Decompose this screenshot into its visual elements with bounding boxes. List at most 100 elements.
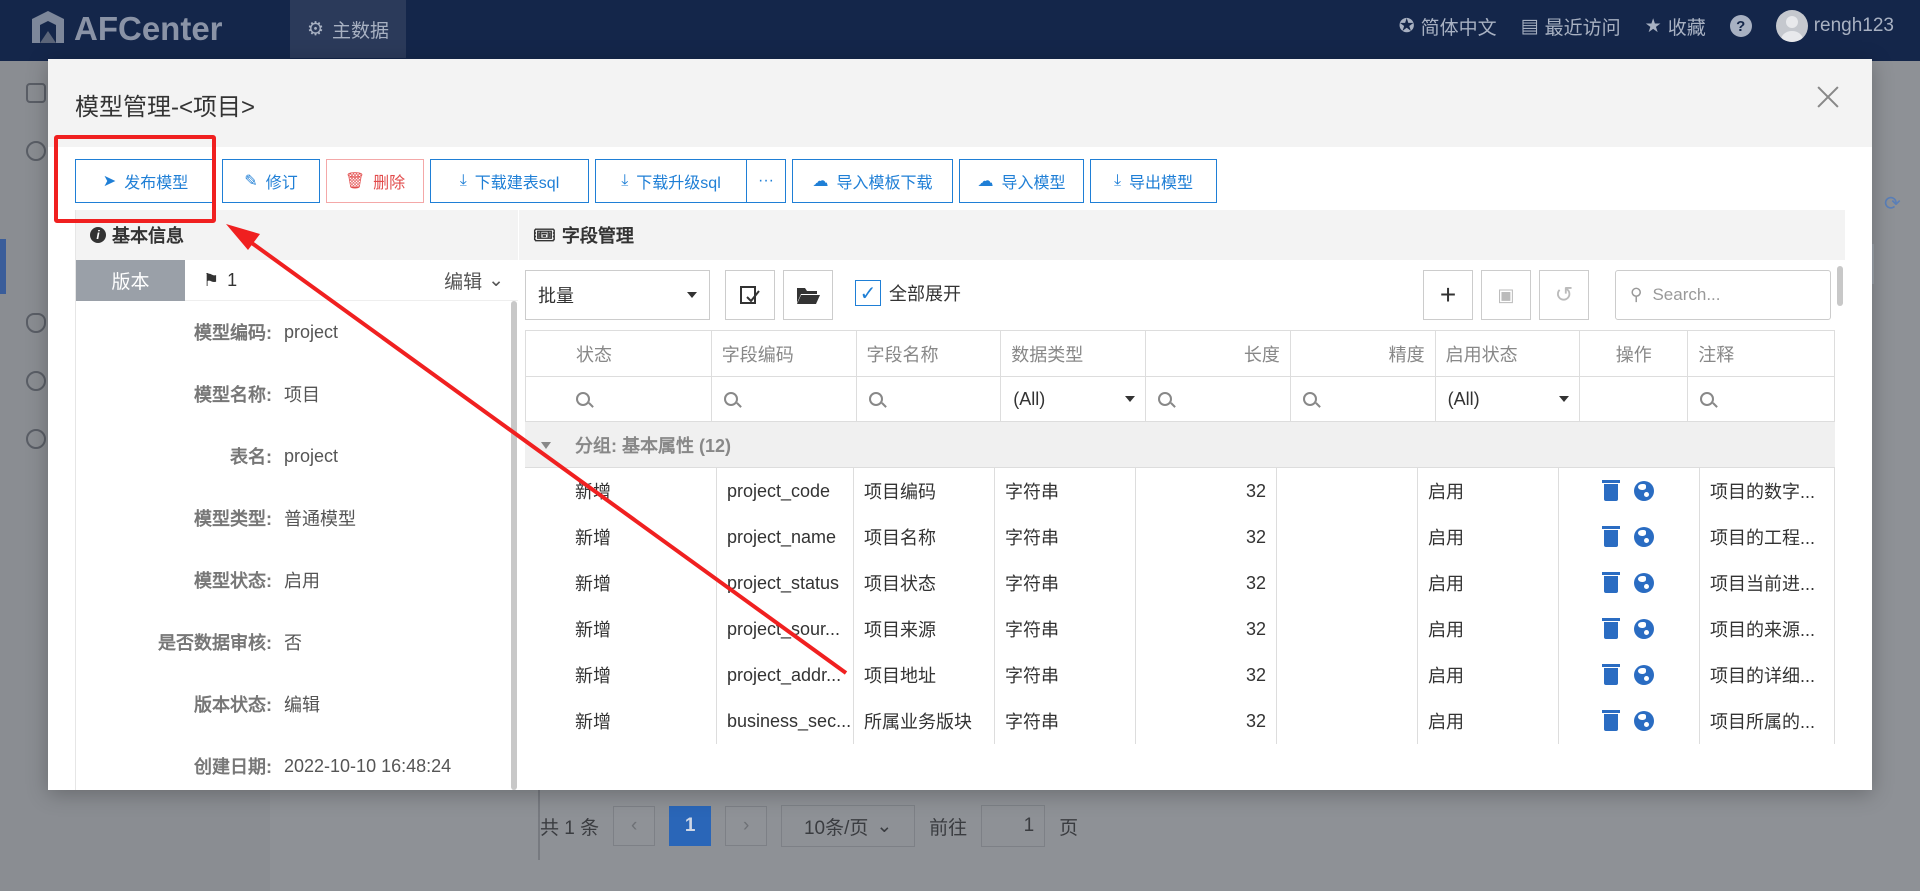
open-folder-button[interactable] <box>783 270 833 320</box>
trash-icon[interactable] <box>1602 664 1620 685</box>
pager-size-select[interactable]: 10条/页 ⌄ <box>781 805 916 847</box>
help-icon[interactable]: ? <box>1729 15 1752 37</box>
info-label: 模型类型: <box>194 509 272 529</box>
cell-code: business_sec... <box>717 698 854 744</box>
save-button[interactable]: ▣ <box>1481 270 1531 320</box>
trash-icon[interactable] <box>1602 572 1620 593</box>
cell-precision <box>1277 698 1418 744</box>
cell-status: 新增 <box>525 606 717 652</box>
search-input[interactable]: ⚲ Search... <box>1615 270 1831 320</box>
trash-icon[interactable] <box>1602 526 1620 547</box>
column-filter-input[interactable] <box>712 377 857 421</box>
trash-icon[interactable] <box>1602 618 1620 639</box>
undo-button[interactable]: ↺ <box>1539 270 1589 320</box>
table-row[interactable]: 新增 business_sec... 所属业务版块 字符串 32 启用 项目所属的... <box>525 698 1835 744</box>
column-header[interactable]: 精度 <box>1291 331 1436 376</box>
column-filter-input[interactable] <box>857 377 1002 421</box>
cell-name: 所属业务版块 <box>854 698 995 744</box>
sidebar-icon-wallet[interactable] <box>26 83 46 103</box>
sidebar-icon-security[interactable] <box>26 429 46 449</box>
column-filter-input[interactable] <box>1291 377 1436 421</box>
user-menu[interactable]: rengh123 <box>1775 10 1894 42</box>
revise-button[interactable]: ✎ 修订 <box>222 159 320 203</box>
template-download-button[interactable]: ☁ 导入模板下载 <box>792 159 953 203</box>
globe-icon[interactable] <box>1634 481 1654 501</box>
username: rengh123 <box>1813 15 1894 36</box>
info-row: 模型名称: 项目 <box>76 363 506 425</box>
folder-open-icon <box>797 288 820 304</box>
info-value: 2022-10-10 16:48:24 <box>284 755 452 776</box>
scrollbar[interactable] <box>1837 266 1843 306</box>
download-upgrade-sql-button[interactable]: ⤓ 下载升级sql <box>595 159 746 203</box>
delete-button[interactable]: 🗑 删除 <box>326 159 424 203</box>
pager-goto-input[interactable]: 1 <box>981 805 1046 847</box>
nav-tab-master-data[interactable]: ⚙ 主数据 <box>290 0 406 58</box>
column-filter-input[interactable] <box>526 377 712 421</box>
template-download-label: 导入模板下载 <box>836 175 933 192</box>
sidebar-icon-shield[interactable] <box>26 313 46 333</box>
table-row[interactable]: 新增 project_sour... 项目来源 字符串 32 启用 项目的来源... <box>525 606 1835 652</box>
column-header[interactable]: 操作 <box>1580 331 1689 376</box>
export-model-button[interactable]: ⤓ 导出模型 <box>1090 159 1217 203</box>
download-create-sql-button[interactable]: ⤓ 下载建表sql <box>430 159 589 203</box>
select-changes-button[interactable] <box>725 270 775 320</box>
recent-visits[interactable]: ▤ 最近访问 <box>1521 13 1621 40</box>
edit-dropdown-label: 编辑 <box>444 272 483 293</box>
version-number: ⚑ 1 <box>203 270 237 291</box>
info-value: project <box>284 445 339 466</box>
refresh-icon[interactable]: ⟳ <box>1884 191 1904 215</box>
column-filter-select[interactable]: (All) <box>1436 377 1581 421</box>
table-row[interactable]: 新增 project_addr... 项目地址 字符串 32 启用 项目的详细... <box>525 652 1835 698</box>
version-tab[interactable]: 版本 <box>76 259 185 301</box>
table-row[interactable]: 新增 project_status 项目状态 字符串 32 启用 项目当前进... <box>525 560 1835 606</box>
globe-icon[interactable] <box>1634 527 1654 547</box>
more-options-button[interactable]: ··· <box>746 159 786 203</box>
add-field-button[interactable]: + <box>1423 270 1473 320</box>
cell-precision <box>1277 606 1418 652</box>
column-filter-input[interactable] <box>1688 377 1834 421</box>
pager-next-button[interactable]: › <box>725 806 768 846</box>
favorites[interactable]: ★ 收藏 <box>1645 13 1706 40</box>
cell-type: 字符串 <box>995 652 1136 698</box>
globe-icon[interactable] <box>1634 619 1654 639</box>
column-header[interactable]: 注释 <box>1688 331 1834 376</box>
info-icon: i <box>90 227 106 243</box>
column-header[interactable]: 字段名称 <box>857 331 1002 376</box>
app-logo[interactable]: AFCenter <box>28 6 223 52</box>
column-filter-select[interactable]: (All) <box>1001 377 1147 421</box>
cloud-upload-icon: ☁ <box>977 173 994 190</box>
cell-code: project_addr... <box>717 652 854 698</box>
pager-current-page[interactable]: 1 <box>669 806 712 846</box>
sidebar-icon-chip[interactable] <box>26 371 46 391</box>
trash-icon[interactable] <box>1602 480 1620 501</box>
group-row-basic-attributes[interactable]: 分组: 基本属性 (12) <box>525 422 1835 468</box>
info-row: 是否数据审核: 否 <box>76 611 506 673</box>
column-header[interactable]: 状态 <box>526 331 712 376</box>
column-header[interactable]: 字段编码 <box>712 331 857 376</box>
globe-icon[interactable] <box>1634 573 1654 593</box>
globe-icon[interactable] <box>1634 711 1654 731</box>
version-number-value: 1 <box>227 269 238 290</box>
info-row: 表名: project <box>76 425 506 487</box>
column-header[interactable]: 启用状态 <box>1436 331 1581 376</box>
column-header[interactable]: 长度 <box>1146 331 1291 376</box>
table-row[interactable]: 新增 project_name 项目名称 字符串 32 启用 项目的工程... <box>525 514 1835 560</box>
close-icon[interactable] <box>1814 83 1842 111</box>
cell-comment: 项目所属的... <box>1700 698 1835 744</box>
column-header[interactable]: 数据类型 <box>1001 331 1147 376</box>
column-filter-input[interactable] <box>1146 377 1291 421</box>
table-row[interactable]: 新增 project_code 项目编码 字符串 32 启用 项目的数字... <box>525 468 1835 514</box>
scrollbar[interactable] <box>511 301 517 790</box>
language-switcher[interactable]: ✪ 简体中文 <box>1399 13 1497 40</box>
import-model-button[interactable]: ☁ 导入模型 <box>959 159 1084 203</box>
batch-select[interactable]: 批量 <box>525 270 710 320</box>
trash-icon[interactable] <box>1602 710 1620 731</box>
save-icon: ▣ <box>1497 284 1515 305</box>
edit-dropdown[interactable]: 编辑 ⌄ <box>444 260 504 301</box>
pager-prev-button[interactable]: ‹ <box>613 806 656 846</box>
expand-all-checkbox[interactable]: ✓ 全部展开 <box>855 280 961 306</box>
globe-icon[interactable] <box>1634 665 1654 685</box>
cloud-upload-icon: ☁ <box>812 173 829 190</box>
sidebar-icon-database[interactable] <box>26 141 46 161</box>
chevron-down-icon: ⌄ <box>488 270 504 291</box>
